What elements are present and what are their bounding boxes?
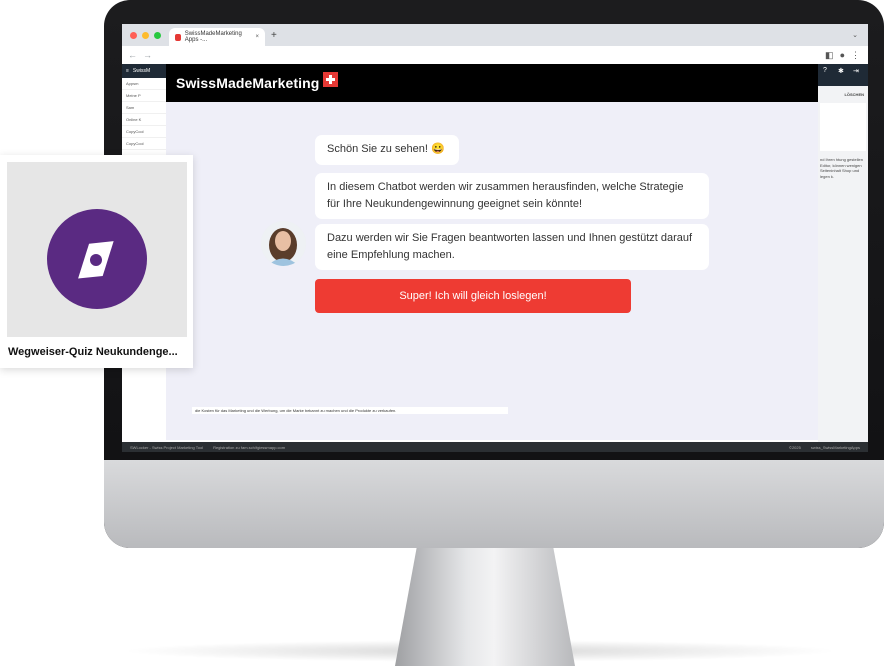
sidebar-item[interactable]: CopyCool — [122, 138, 166, 150]
statusbar-right-b: swiss_SwissMarketingApps — [810, 444, 860, 450]
quiz-card[interactable]: Wegweiser-Quiz Neukundenge... — [0, 155, 193, 368]
forward-icon[interactable]: → — [143, 50, 152, 60]
chevron-down-icon[interactable]: ⌄ — [852, 31, 868, 39]
gear-icon[interactable]: ✱ — [838, 67, 844, 75]
screen: SwissMadeMarketing Apps -... × + ⌄ ← → ◧… — [122, 24, 868, 452]
app-right-panel: ? ✱ ⇥ LÖSCHEN nd Ihren htung gestellen E… — [818, 64, 868, 452]
browser-toolbar: ← → ◧ ● ⋮ — [122, 46, 868, 64]
menu-icon[interactable]: ⋮ — [851, 50, 860, 61]
chat-message-text: Dazu werden wir Sie Fragen beantworten l… — [327, 232, 693, 261]
statusbar-right-a: ©2025 — [789, 444, 801, 450]
app-sidebar-title: SwissM — [132, 68, 151, 74]
chat-bubble: Schön Sie zu sehen! 😀 — [315, 135, 459, 165]
monitor-stand — [395, 548, 575, 666]
close-window-button[interactable] — [130, 31, 137, 39]
logout-icon[interactable]: ⇥ — [853, 67, 859, 75]
sidebar-icon[interactable]: ◧ — [825, 50, 834, 61]
browser-tab[interactable]: SwissMadeMarketing Apps -... × — [169, 28, 265, 46]
window-controls — [122, 31, 169, 39]
statusbar-center[interactable]: Registration zu fam.sch/fgiessmapp.com — [213, 445, 285, 450]
right-card — [820, 103, 866, 151]
back-icon[interactable]: ← — [128, 50, 137, 60]
swiss-flag-icon — [175, 33, 181, 41]
profile-icon[interactable]: ● — [840, 50, 845, 61]
help-icon[interactable]: ? — [823, 67, 827, 74]
maximize-window-button[interactable] — [154, 31, 161, 39]
app-statusbar: SWLocker - Swiss Project Marketing Tool … — [122, 442, 868, 452]
sidebar-item[interactable]: Appsm — [122, 78, 166, 90]
imac-chin — [104, 460, 884, 548]
quiz-card-image — [7, 162, 187, 337]
quiz-card-title[interactable]: Wegweiser-Quiz Neukundenge... — [8, 346, 178, 358]
chat-bubble: In diesem Chatbot werden wir zusammen he… — [315, 173, 709, 219]
brand-name: SwissMadeMarketing — [176, 75, 320, 91]
sidebar-item[interactable]: Meine P — [122, 90, 166, 102]
page-footer-text: die Kosten für das Marketing und die Wer… — [192, 407, 508, 414]
minimize-window-button[interactable] — [142, 31, 149, 39]
agent-avatar — [261, 221, 306, 266]
tab-title: SwissMadeMarketing Apps -... — [184, 31, 242, 43]
delete-button[interactable]: LÖSCHEN — [818, 90, 868, 99]
app-sidebar-header: ≡ SwissM — [122, 64, 166, 78]
right-text: nd Ihren htung gestellen Editor, können … — [820, 157, 863, 179]
brand-header: SwissMadeMarketing — [166, 64, 818, 102]
app-right-header: ? ✱ ⇥ — [818, 64, 868, 86]
chat-bubble: Dazu werden wir Sie Fragen beantworten l… — [315, 224, 709, 270]
sidebar-item[interactable]: CopyCool — [122, 126, 166, 138]
start-quiz-button[interactable]: Super! Ich will gleich loslegen! — [315, 279, 631, 313]
compass-icon — [47, 209, 147, 309]
chat-message-text: Schön Sie zu sehen! 😀 — [327, 143, 445, 155]
swiss-flag-icon — [323, 71, 339, 87]
statusbar-left: SWLocker - Swiss Project Marketing Tool — [130, 444, 204, 450]
sidebar-item[interactable]: Online K — [122, 114, 166, 126]
chat-message-text: In diesem Chatbot werden wir zusammen he… — [327, 181, 684, 210]
browser-tabbar: SwissMadeMarketing Apps -... × + ⌄ — [122, 24, 868, 46]
new-tab-button[interactable]: + — [271, 30, 277, 41]
tab-close-icon[interactable]: × — [255, 34, 259, 40]
toolbar-right: ◧ ● ⋮ — [825, 50, 868, 61]
sidebar-item[interactable]: Sam — [122, 102, 166, 114]
hamburger-icon[interactable]: ≡ — [126, 68, 129, 74]
chatbot-overlay: SwissMadeMarketing Schön Sie zu sehen! 😀… — [166, 64, 818, 440]
